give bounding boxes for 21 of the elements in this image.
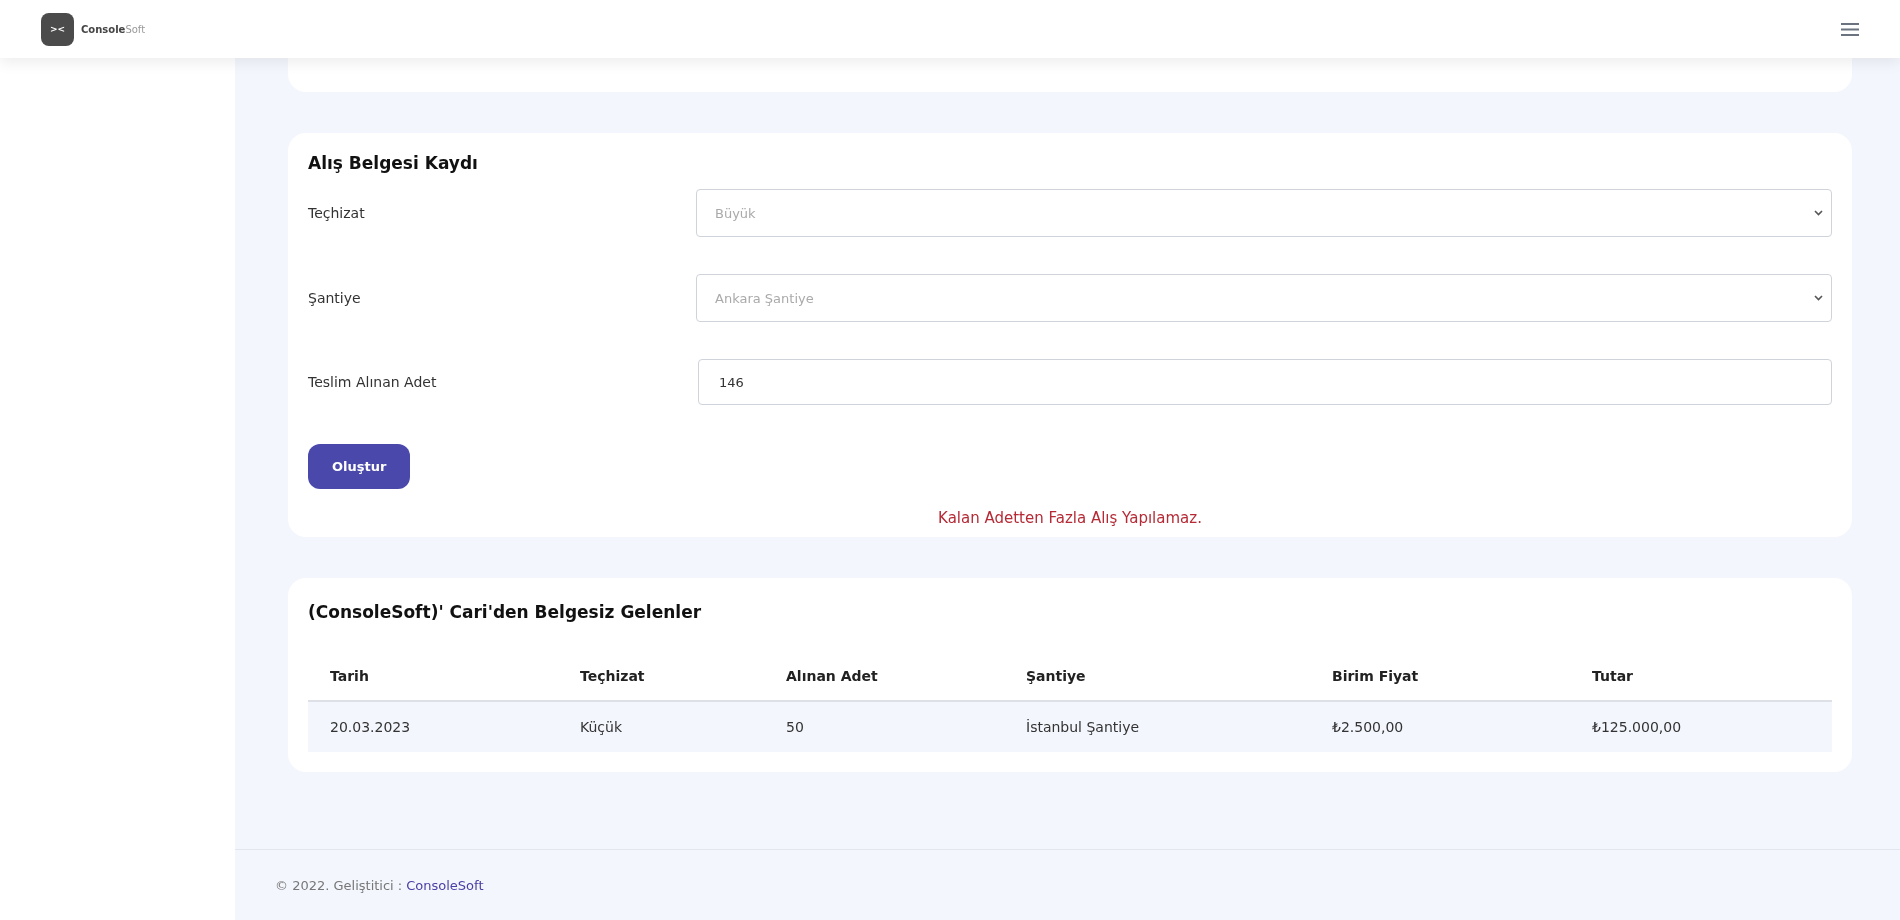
table-title: (ConsoleSoft)' Cari'den Belgesiz Gelenler xyxy=(308,602,703,622)
table-cell: Küçük xyxy=(558,701,764,752)
table-cell: ₺125.000,00 xyxy=(1570,701,1832,752)
field-label: Şantiye xyxy=(308,290,362,306)
table-cell: ₺2.500,00 xyxy=(1310,701,1570,752)
create-button[interactable]: Oluştur xyxy=(308,444,411,489)
table-cell: 50 xyxy=(764,701,1004,752)
field-label: Teçhizat xyxy=(308,205,366,221)
menu-icon[interactable] xyxy=(1841,22,1859,36)
field-label: Teslim Alınan Adet xyxy=(308,374,438,390)
error-message: Kalan Adetten Fazla Alış Yapılamaz. xyxy=(937,509,1203,527)
logo-icon[interactable]: >< xyxy=(41,12,74,46)
copyright-text: © 2022. Geliştitici : xyxy=(275,877,403,893)
table-cell: İstanbul Şantiye xyxy=(1004,701,1310,752)
table-cell: 20.03.2023 xyxy=(308,701,558,752)
chevron-down-icon xyxy=(1814,295,1823,301)
chevron-down-icon xyxy=(1814,210,1823,216)
number-input[interactable]: 146 xyxy=(698,359,1832,405)
developer-link[interactable]: ConsoleSoft xyxy=(406,877,484,893)
brand-name: ConsoleSoft xyxy=(81,23,146,35)
form-title: Alış Belgesi Kaydı xyxy=(308,153,479,173)
